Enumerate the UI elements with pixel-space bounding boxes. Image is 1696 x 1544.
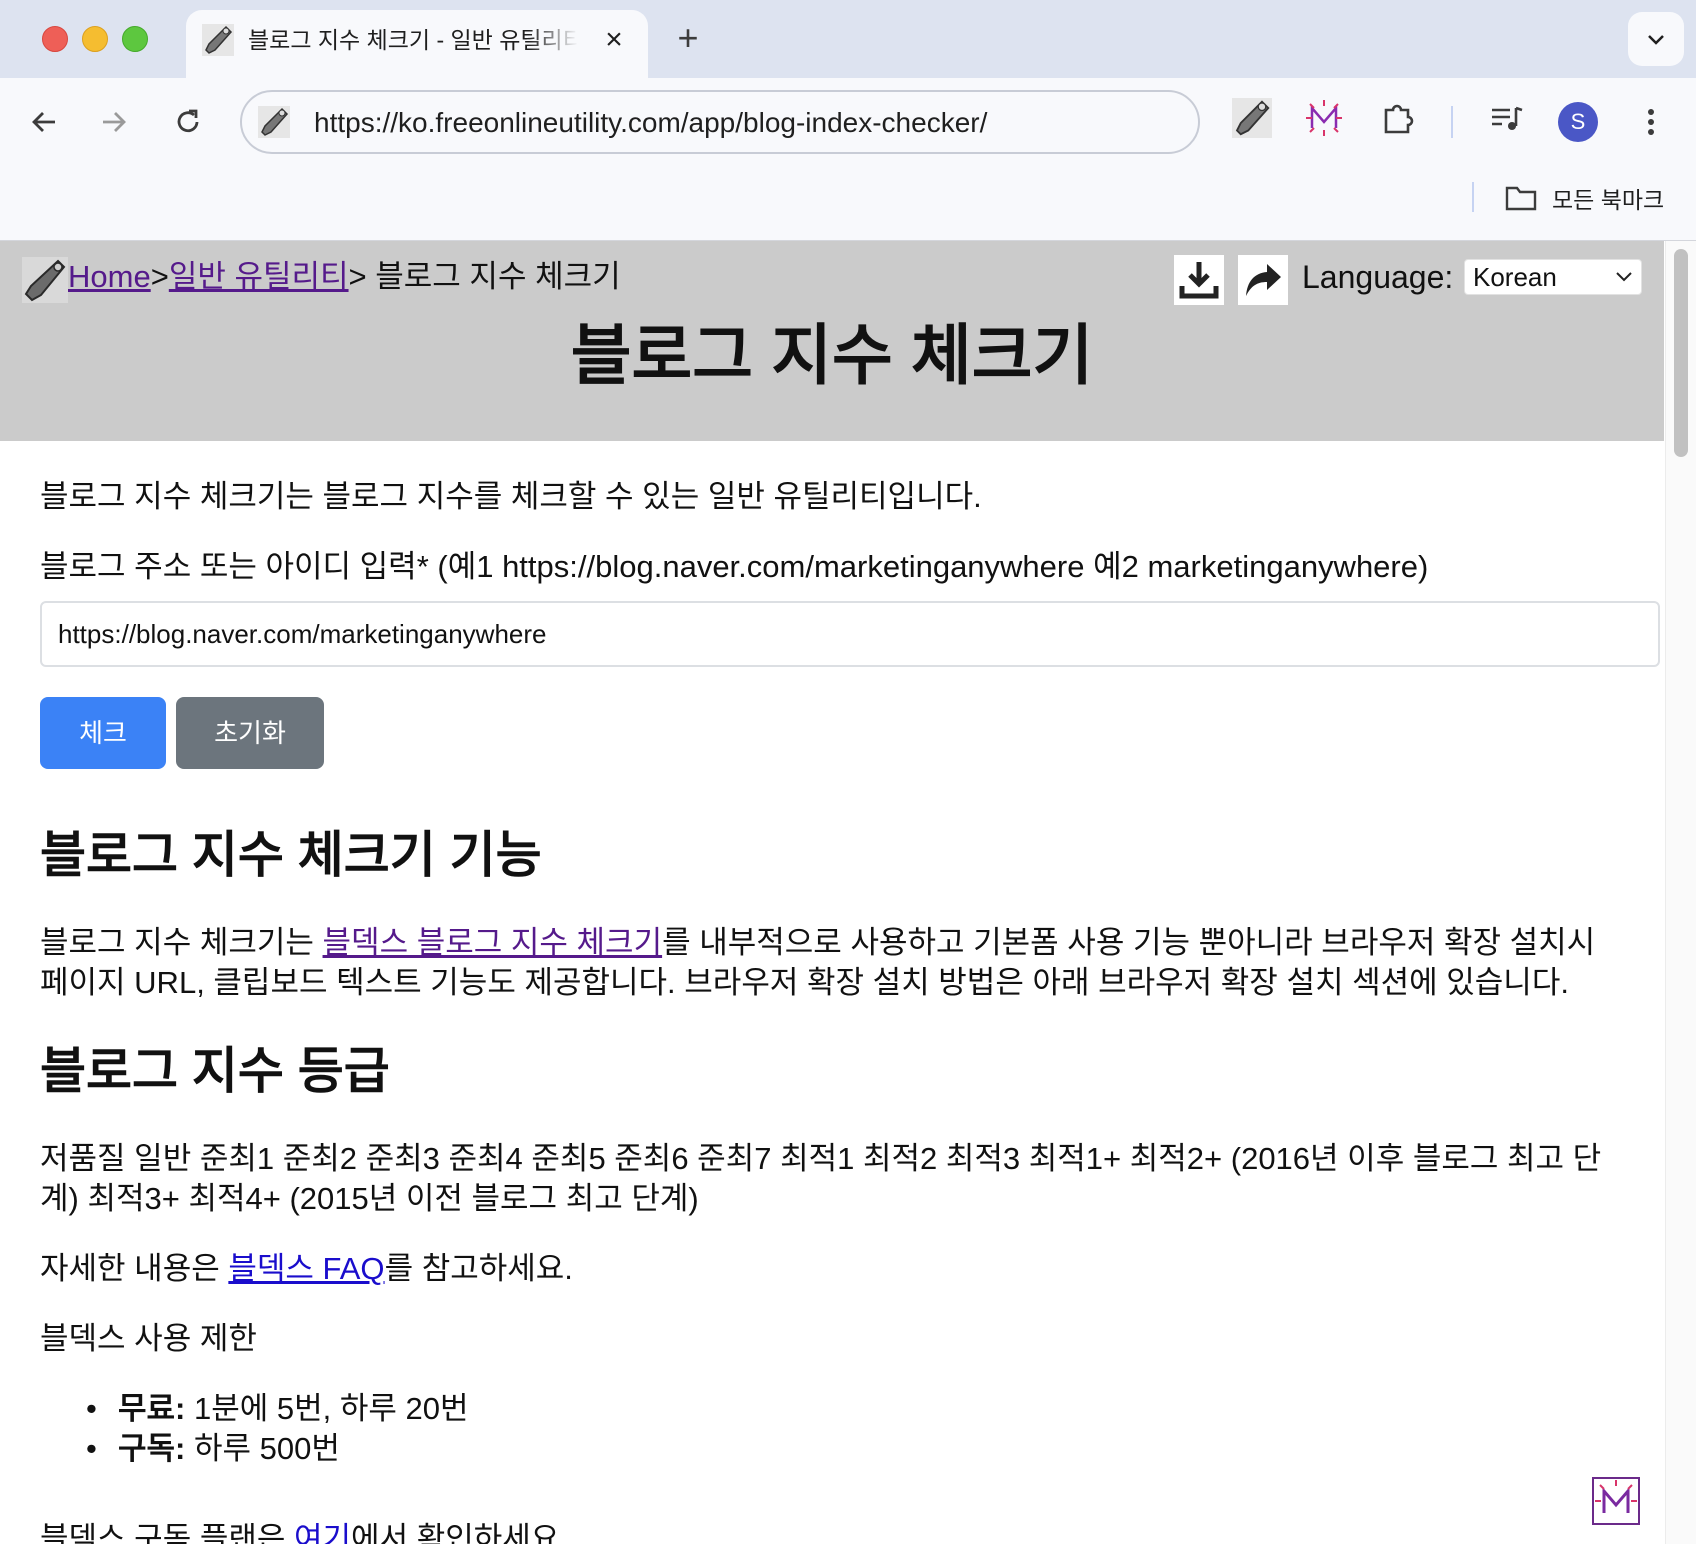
page-title: 블로그 지수 체크기 xyxy=(570,318,1094,392)
extension-m-icon xyxy=(1306,100,1342,136)
limits-label: 블덱스 사용 제한 xyxy=(40,1321,257,1356)
features-heading: 블로그 지수 체크기 기능 xyxy=(40,827,542,883)
page-header: Home>일반 유틸리티> 블로그 지수 체크기 Language: Korea… xyxy=(0,241,1664,441)
download-icon xyxy=(1179,262,1219,299)
page-scrollbar[interactable] xyxy=(1665,241,1696,1544)
new-tab-button[interactable]: + xyxy=(668,20,708,60)
reload-button[interactable] xyxy=(166,100,210,144)
extension-wrench-button[interactable] xyxy=(1232,98,1276,142)
language-select[interactable]: Korean xyxy=(1464,259,1642,295)
list-item: 구독: 하루 500번 xyxy=(86,1429,469,1469)
share-icon xyxy=(1246,264,1281,296)
list-item: 무료: 1분에 5번, 하루 20번 xyxy=(86,1389,469,1429)
address-bar[interactable]: https://ko.freeonlineutility.com/app/blo… xyxy=(240,90,1200,154)
all-bookmarks-button[interactable]: 모든 북마크 xyxy=(1504,180,1664,216)
breadcrumb-separator: > xyxy=(150,259,169,294)
more-vert-icon xyxy=(1648,109,1654,135)
limit-free-value: 1분에 5번, 하루 20번 xyxy=(185,1391,469,1426)
chevron-down-icon xyxy=(1648,35,1664,45)
folder-icon xyxy=(1505,186,1537,211)
grade-heading: 블로그 지수 등급 xyxy=(40,1043,390,1099)
language-label: Language: xyxy=(1302,259,1454,295)
chevron-down-icon xyxy=(1616,272,1632,282)
back-arrow-icon xyxy=(32,112,55,132)
plan-text: 블덱스 구독 플랜은 여기에서 확인하세요. xyxy=(40,1519,568,1544)
forward-arrow-icon xyxy=(103,112,126,132)
limits-list: 무료: 1분에 5번, 하루 20번 구독: 하루 500번 xyxy=(86,1389,469,1469)
grade-text: 저품질 일반 준최1 준최2 준최3 준최4 준최5 준최6 준최7 최적1 최… xyxy=(40,1141,1602,1216)
reset-button[interactable]: 초기화 xyxy=(176,697,324,769)
all-bookmarks-label: 모든 북마크 xyxy=(1552,187,1665,213)
features-text-pre: 블로그 지수 체크기는 xyxy=(40,925,323,960)
site-logo-icon[interactable] xyxy=(22,257,68,303)
breadcrumb-current: > 블로그 지수 체크기 xyxy=(348,259,621,294)
extension-m-button[interactable] xyxy=(1304,98,1348,142)
tab-bar: 블로그 지수 체크기 - 일반 유틸리티 × + xyxy=(0,0,1696,78)
puzzle-icon xyxy=(1384,104,1414,134)
url-text[interactable]: https://ko.freeonlineutility.com/app/blo… xyxy=(314,106,987,140)
limit-subscribe-value: 하루 500번 xyxy=(185,1431,340,1466)
plan-text-pre: 블덱스 구독 플랜은 xyxy=(40,1521,294,1544)
language-select-value: Korean xyxy=(1473,262,1557,292)
faq-text-pre: 자세한 내용은 xyxy=(40,1251,229,1286)
scrollbar-thumb[interactable] xyxy=(1674,249,1688,457)
download-button[interactable] xyxy=(1174,255,1224,305)
minimize-window-button[interactable] xyxy=(82,26,108,52)
tab-close-button[interactable]: × xyxy=(598,24,630,56)
intro-text: 블로그 지수 체크기는 블로그 지수를 체크할 수 있는 일반 유틸리티입니다. xyxy=(40,479,982,514)
tab-search-button[interactable] xyxy=(1628,12,1684,66)
breadcrumb-category-link[interactable]: 일반 유틸리티 xyxy=(169,259,349,294)
forward-button[interactable] xyxy=(92,100,136,144)
browser-menu-button[interactable] xyxy=(1636,100,1666,144)
active-tab[interactable]: 블로그 지수 체크기 - 일반 유틸리티 × xyxy=(186,10,648,78)
bdex-faq-link[interactable]: 블덱스 FAQ xyxy=(228,1251,384,1286)
bdex-checker-link[interactable]: 블덱스 블로그 지수 체크기 xyxy=(323,925,663,960)
breadcrumb-home-link[interactable]: Home xyxy=(68,259,151,294)
features-text: 블로그 지수 체크기는 블덱스 블로그 지수 체크기를 내부적으로 사용하고 기… xyxy=(40,923,1630,1003)
media-controls-button[interactable] xyxy=(1486,98,1530,142)
reload-icon xyxy=(177,109,199,133)
floating-m-icon[interactable] xyxy=(1592,1477,1640,1525)
wrench-icon xyxy=(1232,98,1272,138)
extensions-button[interactable] xyxy=(1378,98,1422,142)
browser-toolbar: https://ko.freeonlineutility.com/app/blo… xyxy=(0,78,1696,241)
plan-text-post: 에서 확인하세요. xyxy=(351,1521,568,1544)
media-controls-icon xyxy=(1492,106,1523,130)
close-window-button[interactable] xyxy=(42,26,68,52)
blog-url-input[interactable] xyxy=(40,601,1660,667)
limit-subscribe-label: 구독: xyxy=(118,1431,186,1466)
input-label: 블로그 주소 또는 아이디 입력* (예1 https://blog.naver… xyxy=(40,549,1429,584)
share-button[interactable] xyxy=(1238,255,1288,305)
limit-free-label: 무료: xyxy=(118,1391,186,1426)
plan-link[interactable]: 여기 xyxy=(294,1521,351,1544)
breadcrumb: Home>일반 유틸리티> 블로그 지수 체크기 xyxy=(68,255,621,299)
profile-avatar[interactable]: S xyxy=(1558,102,1598,142)
faq-text-post: 를 참고하세요. xyxy=(384,1251,573,1286)
back-button[interactable] xyxy=(22,100,66,144)
check-button[interactable]: 체크 xyxy=(40,697,166,769)
faq-text: 자세한 내용은 블덱스 FAQ를 참고하세요. xyxy=(40,1249,573,1289)
page-viewport: Home>일반 유틸리티> 블로그 지수 체크기 Language: Korea… xyxy=(0,241,1696,1544)
bookmarks-divider xyxy=(1472,182,1474,212)
wrench-icon xyxy=(202,24,234,56)
toolbar-divider xyxy=(1451,106,1453,138)
site-info-icon[interactable] xyxy=(258,106,290,138)
tab-title: 블로그 지수 체크기 - 일반 유틸리티 xyxy=(248,27,578,53)
maximize-window-button[interactable] xyxy=(122,26,148,52)
